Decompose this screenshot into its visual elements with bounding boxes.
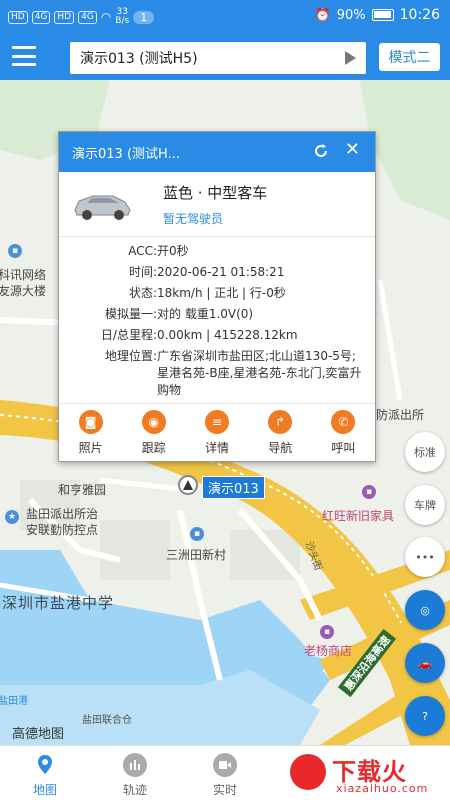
village-icon: ▪ (190, 527, 204, 541)
battery-icon (371, 9, 394, 21)
watermark-logo: 下载火 xiazaihuo.com (282, 746, 448, 800)
popup-actions: ◙ 照片 ◉ 跟踪 ≡ 详情 ↱ 导航 ✆ 呼叫 (59, 403, 375, 461)
hd-indicator-2: HD (54, 10, 75, 24)
download-icon (290, 754, 326, 790)
info-row-status: 状态: 18km/h | 正北 | 行-0秒 (128, 286, 286, 300)
signal-4g-1: 4G (31, 10, 51, 24)
map-label-paichusuo2: 安联勤防控点 (26, 523, 99, 537)
navigate-button[interactable]: ↱ 导航 (249, 404, 312, 461)
locate-icon[interactable]: ◎ (405, 590, 445, 630)
info-row-acc: ACC: 开0秒 (128, 244, 189, 258)
map-label-sanzhoutian: 三洲田新村 (166, 548, 227, 562)
map-pin-icon (38, 755, 52, 774)
vehicle-image (74, 195, 131, 220)
vehicle-info-list: ACC: 开0秒 时间: 2020-06-21 01:58:21 状态: 18km/h… (59, 237, 375, 399)
clock: 10:26 (399, 7, 440, 23)
plate-toggle-button[interactable]: 车牌 (405, 485, 445, 525)
phone-icon: ✆ (331, 410, 356, 434)
call-button[interactable]: ✆ 呼叫 (312, 404, 375, 461)
shop-icon: ▪ (362, 485, 376, 499)
map-label-paichusuo-right: 防派出所 (376, 408, 425, 422)
map-label-hongwang: 红旺新旧家具 (322, 509, 395, 523)
map-label-yantiangang: 盐田港 (0, 696, 28, 707)
status-bar: HD 4G HD 4G ◠ 33 B/s 1 ⏰ 90% 10:26 (0, 0, 450, 34)
popup-title: 演示013 (测试H... (72, 146, 180, 162)
map-label-zhongxue: 深圳市盐港中学 (2, 594, 115, 612)
map-label-xunwang: 科讯网络 (0, 268, 47, 282)
list-icon: ≡ (205, 410, 229, 434)
wifi-icon: ◠ (100, 10, 112, 24)
vehicle-summary: 蓝色 · 中型客车 暂无驾驶员 (59, 172, 375, 237)
menu-icon[interactable] (12, 46, 36, 66)
refresh-icon[interactable] (313, 143, 329, 159)
vehicle-marker-label[interactable]: 演示013 (202, 476, 265, 499)
signal-4g-2: 4G (78, 10, 97, 24)
store-icon: ▪ (320, 625, 334, 639)
popup-header: 演示013 (测试H... ✕ (59, 132, 375, 172)
tab-track[interactable]: 轨迹 (90, 746, 180, 800)
vehicle-selector[interactable]: 演示013 (测试H5) (70, 42, 366, 74)
info-row-analog: 模拟量一: 对的 载重1.0V(0) (104, 307, 254, 321)
close-icon[interactable]: ✕ (345, 141, 360, 159)
map-label-lianhecang: 盐田联合仓 (82, 715, 132, 726)
map-label-paichusuo1: 盐田派出所治 (26, 507, 99, 521)
vehicle-marker-icon[interactable] (178, 475, 198, 495)
photo-button[interactable]: ◙ 照片 (59, 404, 122, 461)
more-icon[interactable]: ••• (405, 537, 445, 577)
mode-button[interactable]: 模式二 (379, 43, 440, 71)
battery-percent: 90% (336, 7, 366, 23)
map-style-standard-button[interactable]: 标准 (405, 432, 445, 472)
map-label-hetingyuan: 和亨雅园 (58, 483, 107, 497)
info-row-time: 时间: 2020-06-21 01:58:21 (128, 265, 285, 279)
vehicle-info-popup: 演示013 (测试H... ✕ 蓝色 · 中型客车 暂无驾驶员 ACC: 开0秒 … (58, 131, 376, 462)
map-label-dasha: 友源大楼 (0, 284, 47, 298)
video-icon (213, 753, 237, 777)
tab-map[interactable]: 地图 (0, 746, 90, 800)
vehicle-type: 蓝色 · 中型客车 (163, 184, 268, 202)
hd-indicator: HD (8, 10, 28, 24)
tab-realtime[interactable]: 实时 (180, 746, 270, 800)
detail-button[interactable]: ≡ 详情 (185, 404, 248, 461)
info-row-location: 地理位置: 广东省深圳市盐田区;北山道130-5号;星港名苑-B座,星港名苑-东北… (104, 349, 362, 397)
alarm-icon: ⏰ (314, 7, 331, 23)
vehicle-selector-label: 演示013 (测试H5) (80, 51, 198, 67)
target-icon: ◉ (141, 410, 166, 434)
network-speed: 33 B/s (115, 7, 130, 26)
map-label-laoyang: 老杨商店 (304, 644, 353, 658)
camera-icon: ◙ (78, 410, 103, 434)
app-header: 演示013 (测试H5) 模式二 (0, 34, 450, 80)
play-icon[interactable] (345, 51, 356, 65)
vehicle-locate-icon[interactable]: 🚗 (405, 643, 445, 683)
driver-name[interactable]: 暂无驾驶员 (163, 210, 223, 227)
track-button[interactable]: ◉ 跟踪 (122, 404, 185, 461)
police-icon: ★ (5, 510, 19, 524)
help-icon[interactable]: ? (405, 696, 445, 736)
track-path-icon (123, 753, 147, 777)
direction-icon: ↱ (268, 410, 293, 434)
amap-logo: 高德地图 (12, 727, 65, 742)
poi-icon: ▪ (8, 244, 22, 258)
notification-count: 1 (133, 10, 155, 24)
info-row-mileage: 日/总里程: 0.00km | 415228.12km (100, 328, 298, 342)
